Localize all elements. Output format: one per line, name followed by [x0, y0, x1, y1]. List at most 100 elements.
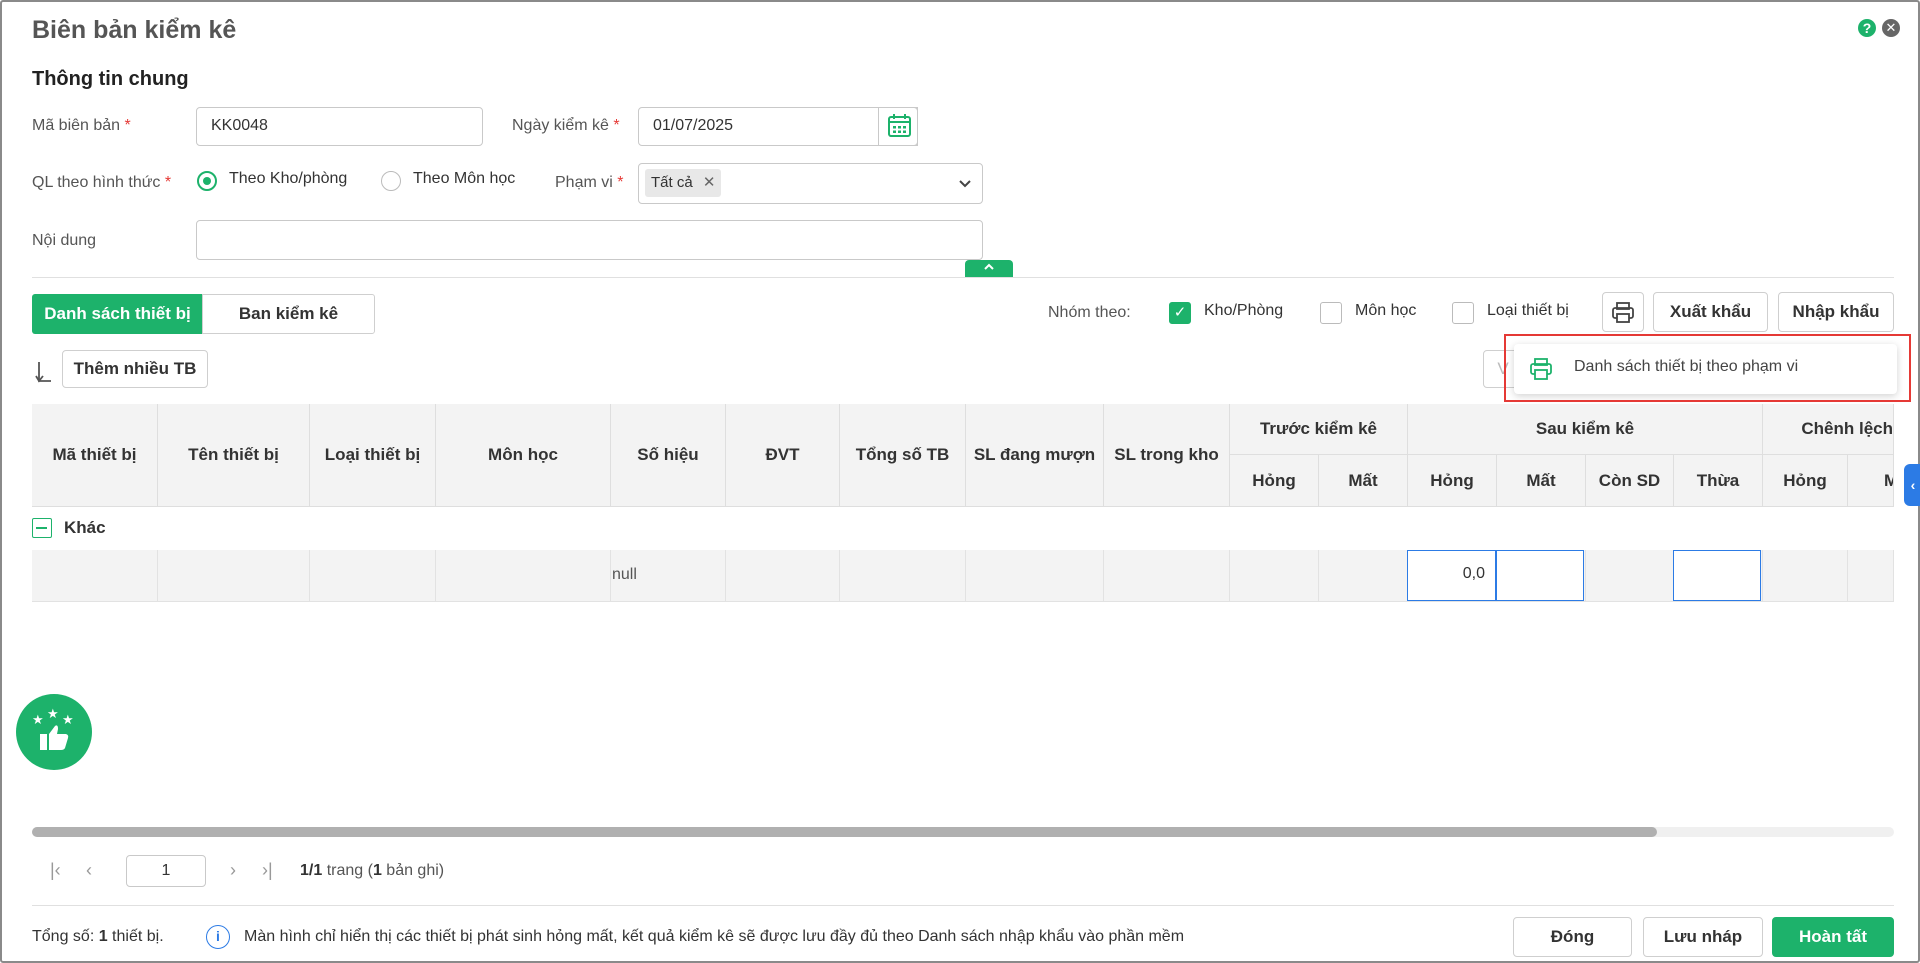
radio-subject-label[interactable]: Theo Môn học: [413, 170, 515, 188]
cell-code: [32, 550, 158, 602]
cell-before-broken: [1230, 550, 1319, 602]
col-after-surplus: Thừa: [1674, 455, 1763, 507]
cell-in-stock: [1104, 550, 1230, 602]
col-borrowed: SL đang mượn: [966, 404, 1104, 507]
cell-diff-lost: [1848, 550, 1894, 602]
col-after-lost: Mất: [1497, 455, 1586, 507]
col-group-before: Trước kiểm kê: [1230, 404, 1408, 455]
col-subject: Môn học: [436, 404, 611, 507]
date-label: Ngày kiểm kê *: [512, 117, 620, 134]
col-type: Loại thiết bị: [310, 404, 436, 507]
last-page-icon[interactable]: ›|: [262, 860, 273, 881]
inventory-dialog: Biên bản kiểm kê ? ✕ Thông tin chung Mã …: [0, 0, 1920, 963]
cell-type: [310, 550, 436, 602]
close-button[interactable]: Đóng: [1513, 917, 1632, 957]
cell-total: [840, 550, 966, 602]
code-label: Mã biên bản *: [32, 117, 131, 134]
col-unit: ĐVT: [726, 404, 840, 507]
feedback-button[interactable]: ★ ★ ★: [16, 694, 92, 770]
radio-room-label[interactable]: Theo Kho/phòng: [229, 170, 347, 188]
col-after-broken: Hỏng: [1408, 455, 1497, 507]
manage-label: QL theo hình thức *: [32, 174, 172, 191]
total-text: Tổng số: 1 thiết bị.: [32, 928, 164, 945]
collapse-group-icon[interactable]: [32, 518, 52, 538]
input-after-broken[interactable]: 0,0: [1407, 550, 1496, 601]
calendar-icon: [888, 114, 911, 137]
highlight-box: [1504, 334, 1911, 402]
arrow-down-icon: [35, 359, 57, 390]
col-before-lost: Mất: [1319, 455, 1408, 507]
cell-after-in-use: [1586, 550, 1674, 602]
content-input[interactable]: [196, 220, 983, 260]
calendar-button[interactable]: [878, 107, 918, 146]
col-diff-broken: Hỏng: [1763, 455, 1848, 507]
scope-label: Phạm vi *: [555, 174, 624, 191]
content-label: Nội dung: [32, 232, 97, 249]
col-before-broken: Hỏng: [1230, 455, 1319, 507]
export-button[interactable]: Xuất khẩu: [1653, 292, 1768, 332]
collapse-button[interactable]: [965, 260, 1013, 277]
horizontal-scrollbar-thumb[interactable]: [32, 827, 1657, 837]
col-diff-lost: M: [1848, 455, 1894, 507]
chevron-down-icon: [958, 164, 972, 217]
radio-subject[interactable]: [381, 171, 401, 191]
col-after-in-use: Còn SD: [1586, 455, 1674, 507]
radio-room[interactable]: [197, 171, 217, 191]
dialog-title: Biên bản kiểm kê: [32, 16, 237, 44]
input-after-surplus[interactable]: [1673, 550, 1761, 601]
finish-button[interactable]: Hoàn tất: [1772, 917, 1894, 957]
page-info: 1/1 trang (1 bản ghi): [300, 862, 445, 879]
checkbox-type-label[interactable]: Loại thiết bị: [1487, 302, 1569, 320]
chip-remove-icon[interactable]: ✕: [703, 174, 716, 191]
cell-unit: [726, 550, 840, 602]
cell-subject: [436, 550, 611, 602]
help-icon[interactable]: ?: [1858, 19, 1876, 37]
checkbox-room-label[interactable]: Kho/Phòng: [1204, 302, 1283, 320]
page-input[interactable]: 1: [126, 855, 206, 887]
col-group-after: Sau kiểm kê: [1408, 404, 1763, 455]
cell-name: [158, 550, 310, 602]
scope-select[interactable]: Tất cả ✕: [638, 163, 983, 204]
col-total: Tổng số TB: [840, 404, 966, 507]
add-many-button[interactable]: Thêm nhiều TB: [62, 350, 208, 388]
cell-before-lost: [1319, 550, 1408, 602]
col-in-stock: SL trong kho: [1104, 404, 1230, 507]
prev-page-icon[interactable]: ‹: [86, 860, 92, 881]
col-name: Tên thiết bị: [158, 404, 310, 507]
close-icon[interactable]: ✕: [1882, 19, 1900, 37]
side-panel-toggle[interactable]: ‹: [1904, 464, 1920, 506]
divider: [32, 277, 1894, 278]
print-button[interactable]: [1602, 292, 1644, 332]
info-note: Màn hình chỉ hiển thị các thiết bị phát …: [244, 928, 1185, 945]
tab-device-list[interactable]: Danh sách thiết bị: [32, 294, 203, 334]
col-serial: Số hiệu: [611, 404, 726, 507]
import-button[interactable]: Nhập khẩu: [1778, 292, 1894, 332]
cell-serial: null: [611, 550, 726, 602]
group-name: Khác: [64, 518, 106, 537]
group-row: [32, 507, 1894, 551]
printer-icon: [1612, 302, 1634, 323]
checkbox-subject-label[interactable]: Môn học: [1355, 302, 1416, 320]
code-input[interactable]: KK0048: [196, 107, 483, 146]
cell-borrowed: [966, 550, 1104, 602]
chevron-up-icon: [984, 263, 994, 270]
date-input[interactable]: 01/07/2025: [638, 107, 918, 146]
first-page-icon[interactable]: |‹: [50, 860, 61, 881]
svg-text:★: ★: [32, 713, 44, 728]
scope-chip: Tất cả ✕: [645, 169, 722, 197]
group-by-label: Nhóm theo:: [1048, 304, 1131, 321]
svg-text:★: ★: [62, 713, 74, 728]
input-after-lost[interactable]: [1496, 550, 1584, 601]
col-group-diff: Chênh lệch: [1763, 404, 1894, 455]
thumbs-up-icon: ★ ★ ★: [32, 707, 74, 750]
save-draft-button[interactable]: Lưu nháp: [1643, 917, 1763, 957]
cell-diff-broken: [1763, 550, 1848, 602]
svg-text:★: ★: [47, 707, 59, 722]
next-page-icon[interactable]: ›: [230, 860, 236, 881]
tab-committee[interactable]: Ban kiểm kê: [202, 294, 375, 334]
checkbox-subject[interactable]: [1320, 302, 1342, 324]
checkbox-room[interactable]: ✓: [1169, 302, 1191, 324]
checkbox-type[interactable]: [1452, 302, 1474, 324]
col-code: Mã thiết bị: [32, 404, 158, 507]
footer-divider: [32, 905, 1894, 906]
